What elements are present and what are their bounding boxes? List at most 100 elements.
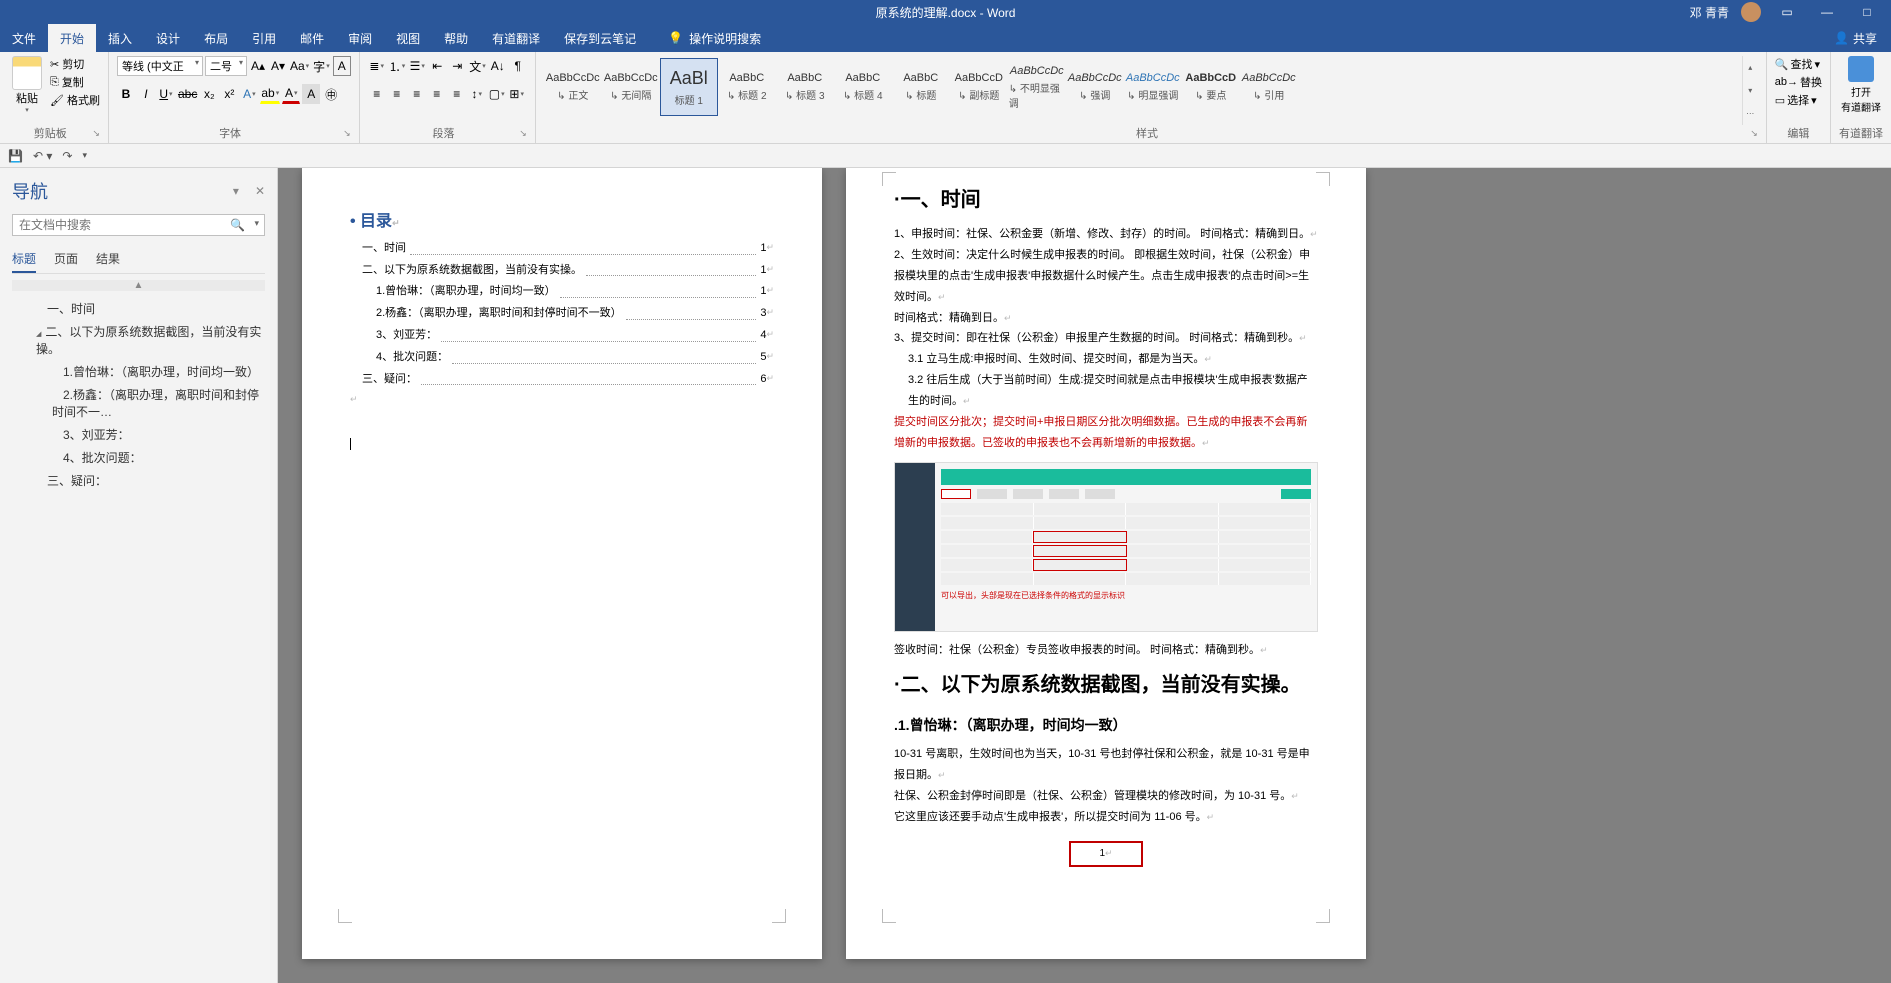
font-name-combo[interactable]: 等线 (中文正 [117,56,203,76]
nav-dropdown-icon[interactable]: ▾ [233,184,239,198]
text-direction-button[interactable]: 文 [468,56,487,76]
increase-indent-button[interactable]: ⇥ [448,56,466,76]
styles-dialog-launcher[interactable]: ↘ [1750,128,1758,139]
italic-button[interactable]: I [137,84,155,104]
char-shading-button[interactable]: A [302,84,320,104]
superscript-button[interactable]: x² [220,84,238,104]
select-button[interactable]: ▭ 选择 ▾ [1775,92,1822,108]
show-marks-button[interactable]: ¶ [509,56,527,76]
tab-设计[interactable]: 设计 [144,24,192,52]
nav-item[interactable]: 1.曾怡琳：（离职办理，时间均一致） [12,360,265,383]
avatar[interactable] [1741,2,1761,22]
multilevel-list-button[interactable]: ☰ [408,56,426,76]
paste-button[interactable]: 粘贴 ▾ [8,56,46,114]
paragraph-dialog-launcher[interactable]: ↘ [519,128,527,139]
align-right-button[interactable]: ≡ [408,84,426,104]
style-标题 4[interactable]: AaBbC↳ 标题 4 [834,58,892,116]
tab-布局[interactable]: 布局 [192,24,240,52]
tab-审阅[interactable]: 审阅 [336,24,384,52]
nav-close-icon[interactable]: ✕ [255,184,265,198]
redo-button[interactable]: ↷ [62,149,72,163]
phonetic-guide-button[interactable]: 字 [312,56,331,76]
text-effects-button[interactable]: A [240,84,258,104]
nav-tab-标题[interactable]: 标题 [12,246,36,273]
style-正文[interactable]: AaBbCcDc↳ 正文 [544,58,602,116]
nav-tab-结果[interactable]: 结果 [96,246,120,273]
subscript-button[interactable]: x₂ [200,84,218,104]
strike-button[interactable]: abc [177,84,198,104]
justify-button[interactable]: ≡ [428,84,446,104]
format-painter-button[interactable]: 🖌 格式刷 [50,92,100,108]
style-无间隔[interactable]: AaBbCcDc↳ 无间隔 [602,58,660,116]
align-center-button[interactable]: ≡ [388,84,406,104]
toc-entry[interactable]: 一、时间1↵ [350,239,774,259]
ribbon-display-options-icon[interactable]: ▭ [1773,5,1801,19]
tab-保存到云笔记[interactable]: 保存到云笔记 [552,24,648,52]
borders-button[interactable]: ⊞ [508,84,526,104]
style-标题 3[interactable]: AaBbC↳ 标题 3 [776,58,834,116]
grow-font-button[interactable]: A▴ [249,56,267,76]
tab-插入[interactable]: 插入 [96,24,144,52]
style-标题 1[interactable]: AaBl标题 1 [660,58,718,116]
shrink-font-button[interactable]: A▾ [269,56,287,76]
nav-item[interactable]: 2.杨鑫：（离职办理，离职时间和封停时间不一… [12,383,265,423]
font-color-button[interactable]: A [282,84,300,104]
clipboard-dialog-launcher[interactable]: ↘ [92,128,100,139]
style-引用[interactable]: AaBbCcDc↳ 引用 [1240,58,1298,116]
tab-帮助[interactable]: 帮助 [432,24,480,52]
find-button[interactable]: 🔍 查找 ▾ [1775,56,1822,72]
toc-entry[interactable]: 2.杨鑫：（离职办理，离职时间和封停时间不一致）3↵ [350,304,774,324]
minimize-icon[interactable]: — [1813,5,1841,19]
replace-button[interactable]: ab→ 替换 [1775,74,1822,90]
search-options-icon[interactable]: ▾ [254,218,259,229]
nav-tab-页面[interactable]: 页面 [54,246,78,273]
decrease-indent-button[interactable]: ⇤ [428,56,446,76]
open-translate-button[interactable]: 打开 有道翻译 [1839,56,1883,114]
nav-item[interactable]: 一、时间 [12,297,265,320]
style-强调[interactable]: AaBbCcDc↳ 强调 [1066,58,1124,116]
tab-有道翻译[interactable]: 有道翻译 [480,24,552,52]
style-要点[interactable]: AaBbCcD↳ 要点 [1182,58,1240,116]
toc-entry[interactable]: 三、疑问：6↵ [350,370,774,390]
toc-entry[interactable]: 3、刘亚芳：4↵ [350,326,774,346]
tab-引用[interactable]: 引用 [240,24,288,52]
style-明显强调[interactable]: AaBbCcDc↳ 明显强调 [1124,58,1182,116]
tell-me[interactable]: 💡 操作说明搜索 [668,30,761,47]
style-副标题[interactable]: AaBbCcD↳ 副标题 [950,58,1008,116]
tab-文件[interactable]: 文件 [0,24,48,52]
qat-customize[interactable]: ▾ [82,150,87,161]
document-area[interactable]: 目录↵ 一、时间1↵二、以下为原系统数据截图，当前没有实操。1↵1.曾怡琳：（离… [278,168,1891,983]
align-left-button[interactable]: ≡ [368,84,386,104]
font-dialog-launcher[interactable]: ↘ [343,128,351,139]
share-button[interactable]: 👤 共享 [1820,30,1891,47]
nav-item[interactable]: 3、刘亚芳： [12,423,265,446]
shading-button[interactable]: ▢ [488,84,506,104]
underline-button[interactable]: U [157,84,175,104]
toc-entry[interactable]: 1.曾怡琳：（离职办理，时间均一致）1↵ [350,282,774,302]
search-icon[interactable]: 🔍 [230,218,245,232]
enclose-char-button[interactable]: ㊥ [322,84,340,104]
change-case-button[interactable]: Aa [289,56,310,76]
save-button[interactable]: 💾 [8,149,23,163]
nav-item[interactable]: 二、以下为原系统数据截图，当前没有实操。 [12,320,265,360]
font-size-combo[interactable]: 二号 [205,56,247,76]
cut-button[interactable]: ✂ 剪切 [50,56,100,72]
toc-entry[interactable]: 4、批次问题：5↵ [350,348,774,368]
sort-button[interactable]: A↓ [489,56,507,76]
style-标题 2[interactable]: AaBbC↳ 标题 2 [718,58,776,116]
tab-邮件[interactable]: 邮件 [288,24,336,52]
numbering-button[interactable]: ⒈ [388,56,407,76]
nav-item[interactable]: 4、批次问题： [12,446,265,469]
style-不明显强调[interactable]: AaBbCcDc↳ 不明显强调 [1008,58,1066,116]
nav-search[interactable]: 🔍 ▾ [12,214,265,236]
nav-collapse-button[interactable]: ▲ [12,280,265,291]
style-标题[interactable]: AaBbC↳ 标题 [892,58,950,116]
undo-button[interactable]: ↶ ▾ [33,149,52,163]
nav-search-input[interactable] [12,214,265,236]
distribute-button[interactable]: ≡ [448,84,466,104]
line-spacing-button[interactable]: ↕ [468,84,486,104]
styles-expand[interactable]: ▴▾⋯ [1742,56,1758,125]
styles-gallery[interactable]: AaBbCcDc↳ 正文AaBbCcDc↳ 无间隔AaBl标题 1AaBbC↳ … [544,56,1738,125]
bullets-button[interactable]: ≣ [368,56,386,76]
bold-button[interactable]: B [117,84,135,104]
